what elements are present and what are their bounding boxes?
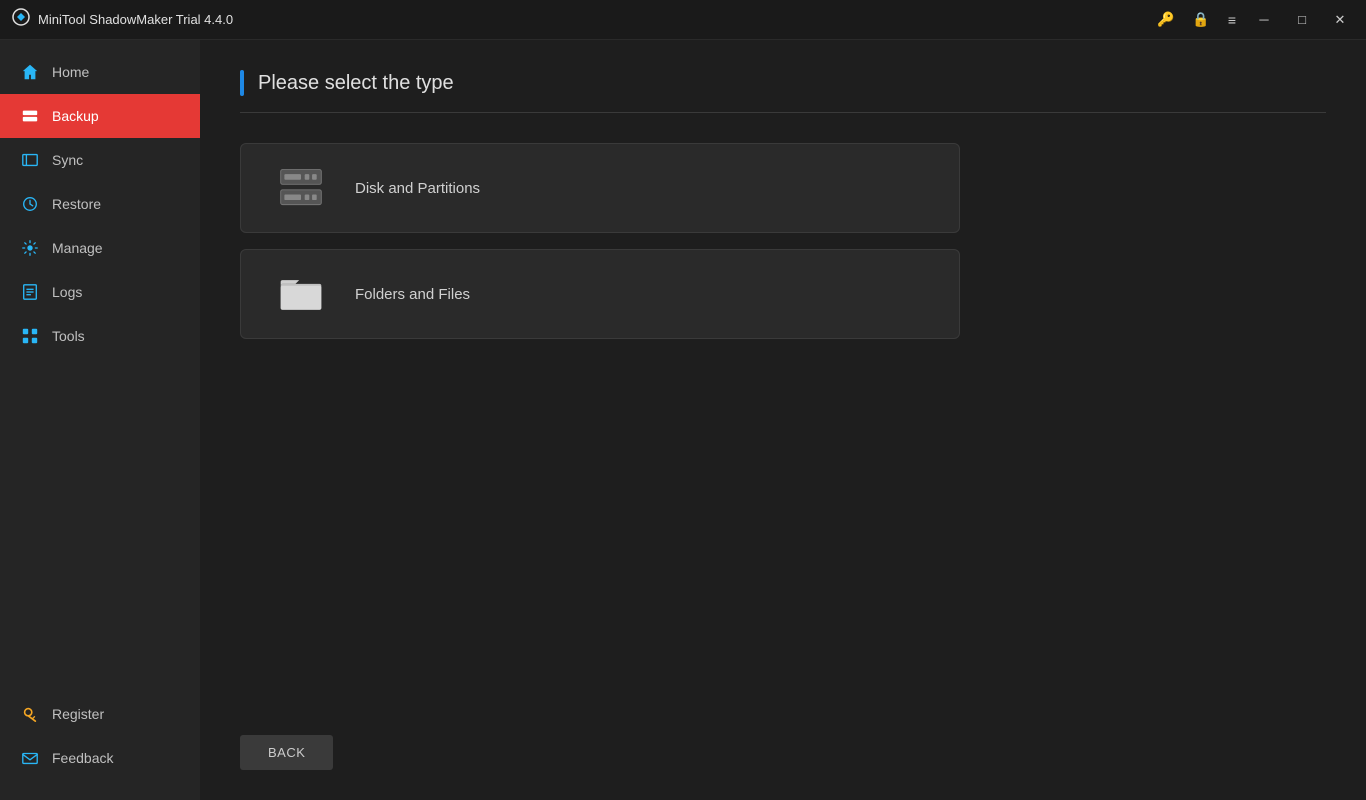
app-layout: Home Backup Sync: [0, 40, 1366, 800]
sidebar-item-home[interactable]: Home: [0, 50, 200, 94]
sidebar-item-backup[interactable]: Backup: [0, 94, 200, 138]
sidebar-label-sync: Sync: [52, 152, 83, 168]
menu-icon[interactable]: ≡: [1224, 8, 1240, 32]
disk-icon: [271, 158, 331, 218]
lock-icon[interactable]: 🔒: [1188, 7, 1213, 32]
sidebar-label-register: Register: [52, 706, 104, 722]
disk-partitions-option[interactable]: Disk and Partitions: [240, 143, 960, 233]
sidebar-label-restore: Restore: [52, 196, 101, 212]
folders-files-option[interactable]: Folders and Files: [240, 249, 960, 339]
titlebar-controls: 🔑 🔒 ≡ ─ □ ✕: [1153, 6, 1354, 34]
sidebar-item-logs[interactable]: Logs: [0, 270, 200, 314]
sidebar-label-manage: Manage: [52, 240, 103, 256]
app-title: MiniTool ShadowMaker Trial 4.4.0: [38, 12, 233, 27]
sidebar-label-home: Home: [52, 64, 89, 80]
sync-icon: [20, 150, 40, 170]
tools-icon: [20, 326, 40, 346]
header-accent-bar: [240, 70, 244, 96]
titlebar-logo: MiniTool ShadowMaker Trial 4.4.0: [12, 8, 1153, 31]
manage-icon: [20, 238, 40, 258]
sidebar-label-logs: Logs: [52, 284, 82, 300]
folder-icon: [271, 264, 331, 324]
disk-partitions-label: Disk and Partitions: [355, 180, 480, 197]
sidebar-label-tools: Tools: [52, 328, 85, 344]
app-logo-icon: [12, 8, 30, 31]
page-title: Please select the type: [258, 72, 454, 95]
sidebar-item-sync[interactable]: Sync: [0, 138, 200, 182]
minimize-button[interactable]: ─: [1250, 6, 1278, 34]
sidebar-item-tools[interactable]: Tools: [0, 314, 200, 358]
sidebar-item-feedback[interactable]: Feedback: [0, 736, 200, 780]
feedback-mail-icon: [20, 748, 40, 768]
restore-icon: [20, 194, 40, 214]
sidebar-item-manage[interactable]: Manage: [0, 226, 200, 270]
close-button[interactable]: ✕: [1326, 6, 1354, 34]
titlebar: MiniTool ShadowMaker Trial 4.4.0 🔑 🔒 ≡ ─…: [0, 0, 1366, 40]
sidebar-item-restore[interactable]: Restore: [0, 182, 200, 226]
page-header: Please select the type: [240, 70, 1326, 113]
folders-files-label: Folders and Files: [355, 286, 470, 303]
home-icon: [20, 62, 40, 82]
key-icon[interactable]: 🔑: [1153, 7, 1178, 32]
main-content: Please select the type Disk and Part: [200, 40, 1366, 800]
sidebar-label-feedback: Feedback: [52, 750, 113, 766]
sidebar-item-register[interactable]: Register: [0, 692, 200, 736]
backup-icon: [20, 106, 40, 126]
sidebar-bottom: Register Feedback: [0, 692, 200, 800]
maximize-button[interactable]: □: [1288, 6, 1316, 34]
sidebar-label-backup: Backup: [52, 108, 99, 124]
logs-icon: [20, 282, 40, 302]
back-button[interactable]: BACK: [240, 735, 333, 770]
register-key-icon: [20, 704, 40, 724]
sidebar: Home Backup Sync: [0, 40, 200, 800]
